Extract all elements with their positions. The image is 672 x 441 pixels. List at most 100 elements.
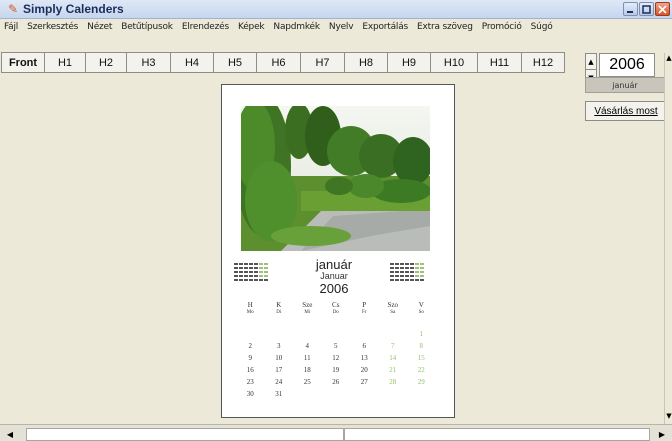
day-cell[interactable] (379, 390, 408, 402)
week-row: 30 31 (236, 390, 436, 402)
tab-h12[interactable]: H12 (522, 52, 565, 73)
current-month-label: január (585, 77, 665, 93)
scroll-down-arrow-icon[interactable]: ▼ (665, 411, 672, 421)
day-cell[interactable]: 25 (293, 378, 322, 390)
day-cell[interactable]: 30 (236, 390, 265, 402)
scroll-up-arrow-icon[interactable]: ▲ (665, 53, 672, 63)
day-cell[interactable]: 23 (236, 378, 265, 390)
menu-bar: Fájl Szerkesztés Nézet Betűtípusok Elren… (0, 19, 672, 35)
day-cell[interactable] (293, 330, 322, 342)
menu-promotion[interactable]: Promóció (482, 22, 522, 32)
day-cell[interactable] (265, 330, 294, 342)
tab-h10[interactable]: H10 (431, 52, 478, 73)
day-cell[interactable]: 26 (322, 378, 351, 390)
menu-images[interactable]: Képek (238, 22, 265, 32)
day-cell[interactable]: 21 (379, 366, 408, 378)
day-cell[interactable]: 27 (350, 378, 379, 390)
day-cell[interactable] (350, 390, 379, 402)
year-selector: ▲ ▼ 2006 január (585, 53, 667, 97)
day-cell[interactable]: 11 (293, 354, 322, 366)
title-bar: ✎ Simply Calenders (0, 0, 672, 19)
weekday-header: H Mo K Di Sze Mi Cs Do P Fr Szo Sa V So (236, 302, 436, 316)
day-cell[interactable]: 1 (407, 330, 436, 342)
weekday-friday: P Fr (362, 301, 367, 316)
day-cell[interactable]: 28 (379, 378, 408, 390)
day-cell[interactable]: 6 (350, 342, 379, 354)
scroll-right-arrow-icon[interactable]: ▶ (656, 428, 668, 440)
day-cell[interactable] (322, 330, 351, 342)
day-cell[interactable] (407, 390, 436, 402)
day-cell[interactable]: 3 (265, 342, 294, 354)
tab-h7[interactable]: H7 (301, 52, 345, 73)
day-cell[interactable] (236, 330, 265, 342)
year-field[interactable]: 2006 (599, 53, 655, 77)
weekday-saturday: Szo Sa (387, 301, 399, 316)
day-cell[interactable] (293, 390, 322, 402)
day-cell[interactable]: 14 (379, 354, 408, 366)
tab-h1[interactable]: H1 (45, 52, 86, 73)
calendar-grid: H Mo K Di Sze Mi Cs Do P Fr Szo Sa V So 1 23456… (236, 302, 436, 402)
tab-h6[interactable]: H6 (257, 52, 301, 73)
day-cell[interactable]: 15 (407, 354, 436, 366)
day-cell[interactable]: 31 (265, 390, 294, 402)
day-cell[interactable]: 18 (293, 366, 322, 378)
tab-h9[interactable]: H9 (388, 52, 431, 73)
buy-now-button[interactable]: Vásárlás most (585, 101, 667, 121)
menu-edit[interactable]: Szerkesztés (27, 22, 78, 32)
menu-extra-text[interactable]: Extra szöveg (417, 22, 473, 32)
close-button[interactable] (655, 2, 670, 16)
day-cell[interactable] (379, 330, 408, 342)
menu-language[interactable]: Nyelv (329, 22, 354, 32)
tab-h2[interactable]: H2 (86, 52, 127, 73)
week-row: 1 (236, 330, 436, 342)
calendar-photo (241, 106, 430, 251)
day-cell[interactable] (322, 390, 351, 402)
day-cell[interactable]: 13 (350, 354, 379, 366)
tab-h5[interactable]: H5 (214, 52, 257, 73)
year-up-button[interactable]: ▲ (586, 54, 596, 70)
maximize-button[interactable] (639, 2, 654, 16)
day-cell[interactable]: 10 (265, 354, 294, 366)
day-cell[interactable]: 16 (236, 366, 265, 378)
menu-days[interactable]: Napdmkék (273, 22, 320, 32)
weekday-tuesday: K Di (276, 301, 282, 316)
scroll-left-arrow-icon[interactable]: ◀ (4, 428, 16, 440)
week-row: 9 10 11 12 13 14 15 (236, 354, 436, 366)
weekday-sunday: V So (418, 301, 424, 316)
day-cell[interactable]: 2 (236, 342, 265, 354)
tab-h11[interactable]: H11 (478, 52, 522, 73)
tab-h4[interactable]: H4 (171, 52, 214, 73)
day-cell[interactable]: 17 (265, 366, 294, 378)
window-title: Simply Calenders (23, 2, 124, 16)
day-cell[interactable] (350, 330, 379, 342)
day-cell[interactable]: 9 (236, 354, 265, 366)
day-cell[interactable]: 5 (322, 342, 351, 354)
tab-front[interactable]: Front (1, 52, 45, 73)
day-cell[interactable]: 4 (293, 342, 322, 354)
weekday-monday: H Mo (246, 301, 254, 316)
tab-h3[interactable]: H3 (127, 52, 171, 73)
day-cell[interactable]: 29 (407, 378, 436, 390)
day-cell[interactable]: 12 (322, 354, 351, 366)
calendar-year: 2006 (319, 281, 349, 296)
minimize-button[interactable] (623, 2, 638, 16)
menu-fonts[interactable]: Betűtípusok (121, 22, 173, 32)
menu-layout[interactable]: Elrendezés (182, 22, 229, 32)
horizontal-scrollbar[interactable]: ◀ ▶ (0, 424, 672, 441)
tab-h8[interactable]: H8 (345, 52, 388, 73)
day-cell[interactable]: 20 (350, 366, 379, 378)
day-cell[interactable]: 7 (379, 342, 408, 354)
day-cell[interactable]: 22 (407, 366, 436, 378)
scroll-track[interactable] (344, 428, 650, 441)
week-row: 16 17 18 19 20 21 22 (236, 366, 436, 378)
menu-export[interactable]: Exportálás (362, 22, 408, 32)
menu-view[interactable]: Nézet (87, 22, 112, 32)
menu-help[interactable]: Súgó (531, 22, 553, 32)
day-cell[interactable]: 8 (407, 342, 436, 354)
menu-file[interactable]: Fájl (4, 22, 18, 32)
weekday-thursday: Cs Do (332, 301, 340, 316)
day-cell[interactable]: 24 (265, 378, 294, 390)
scroll-thumb[interactable] (26, 428, 344, 441)
vertical-scrollbar[interactable]: ▲ ▼ (664, 53, 672, 425)
day-cell[interactable]: 19 (322, 366, 351, 378)
